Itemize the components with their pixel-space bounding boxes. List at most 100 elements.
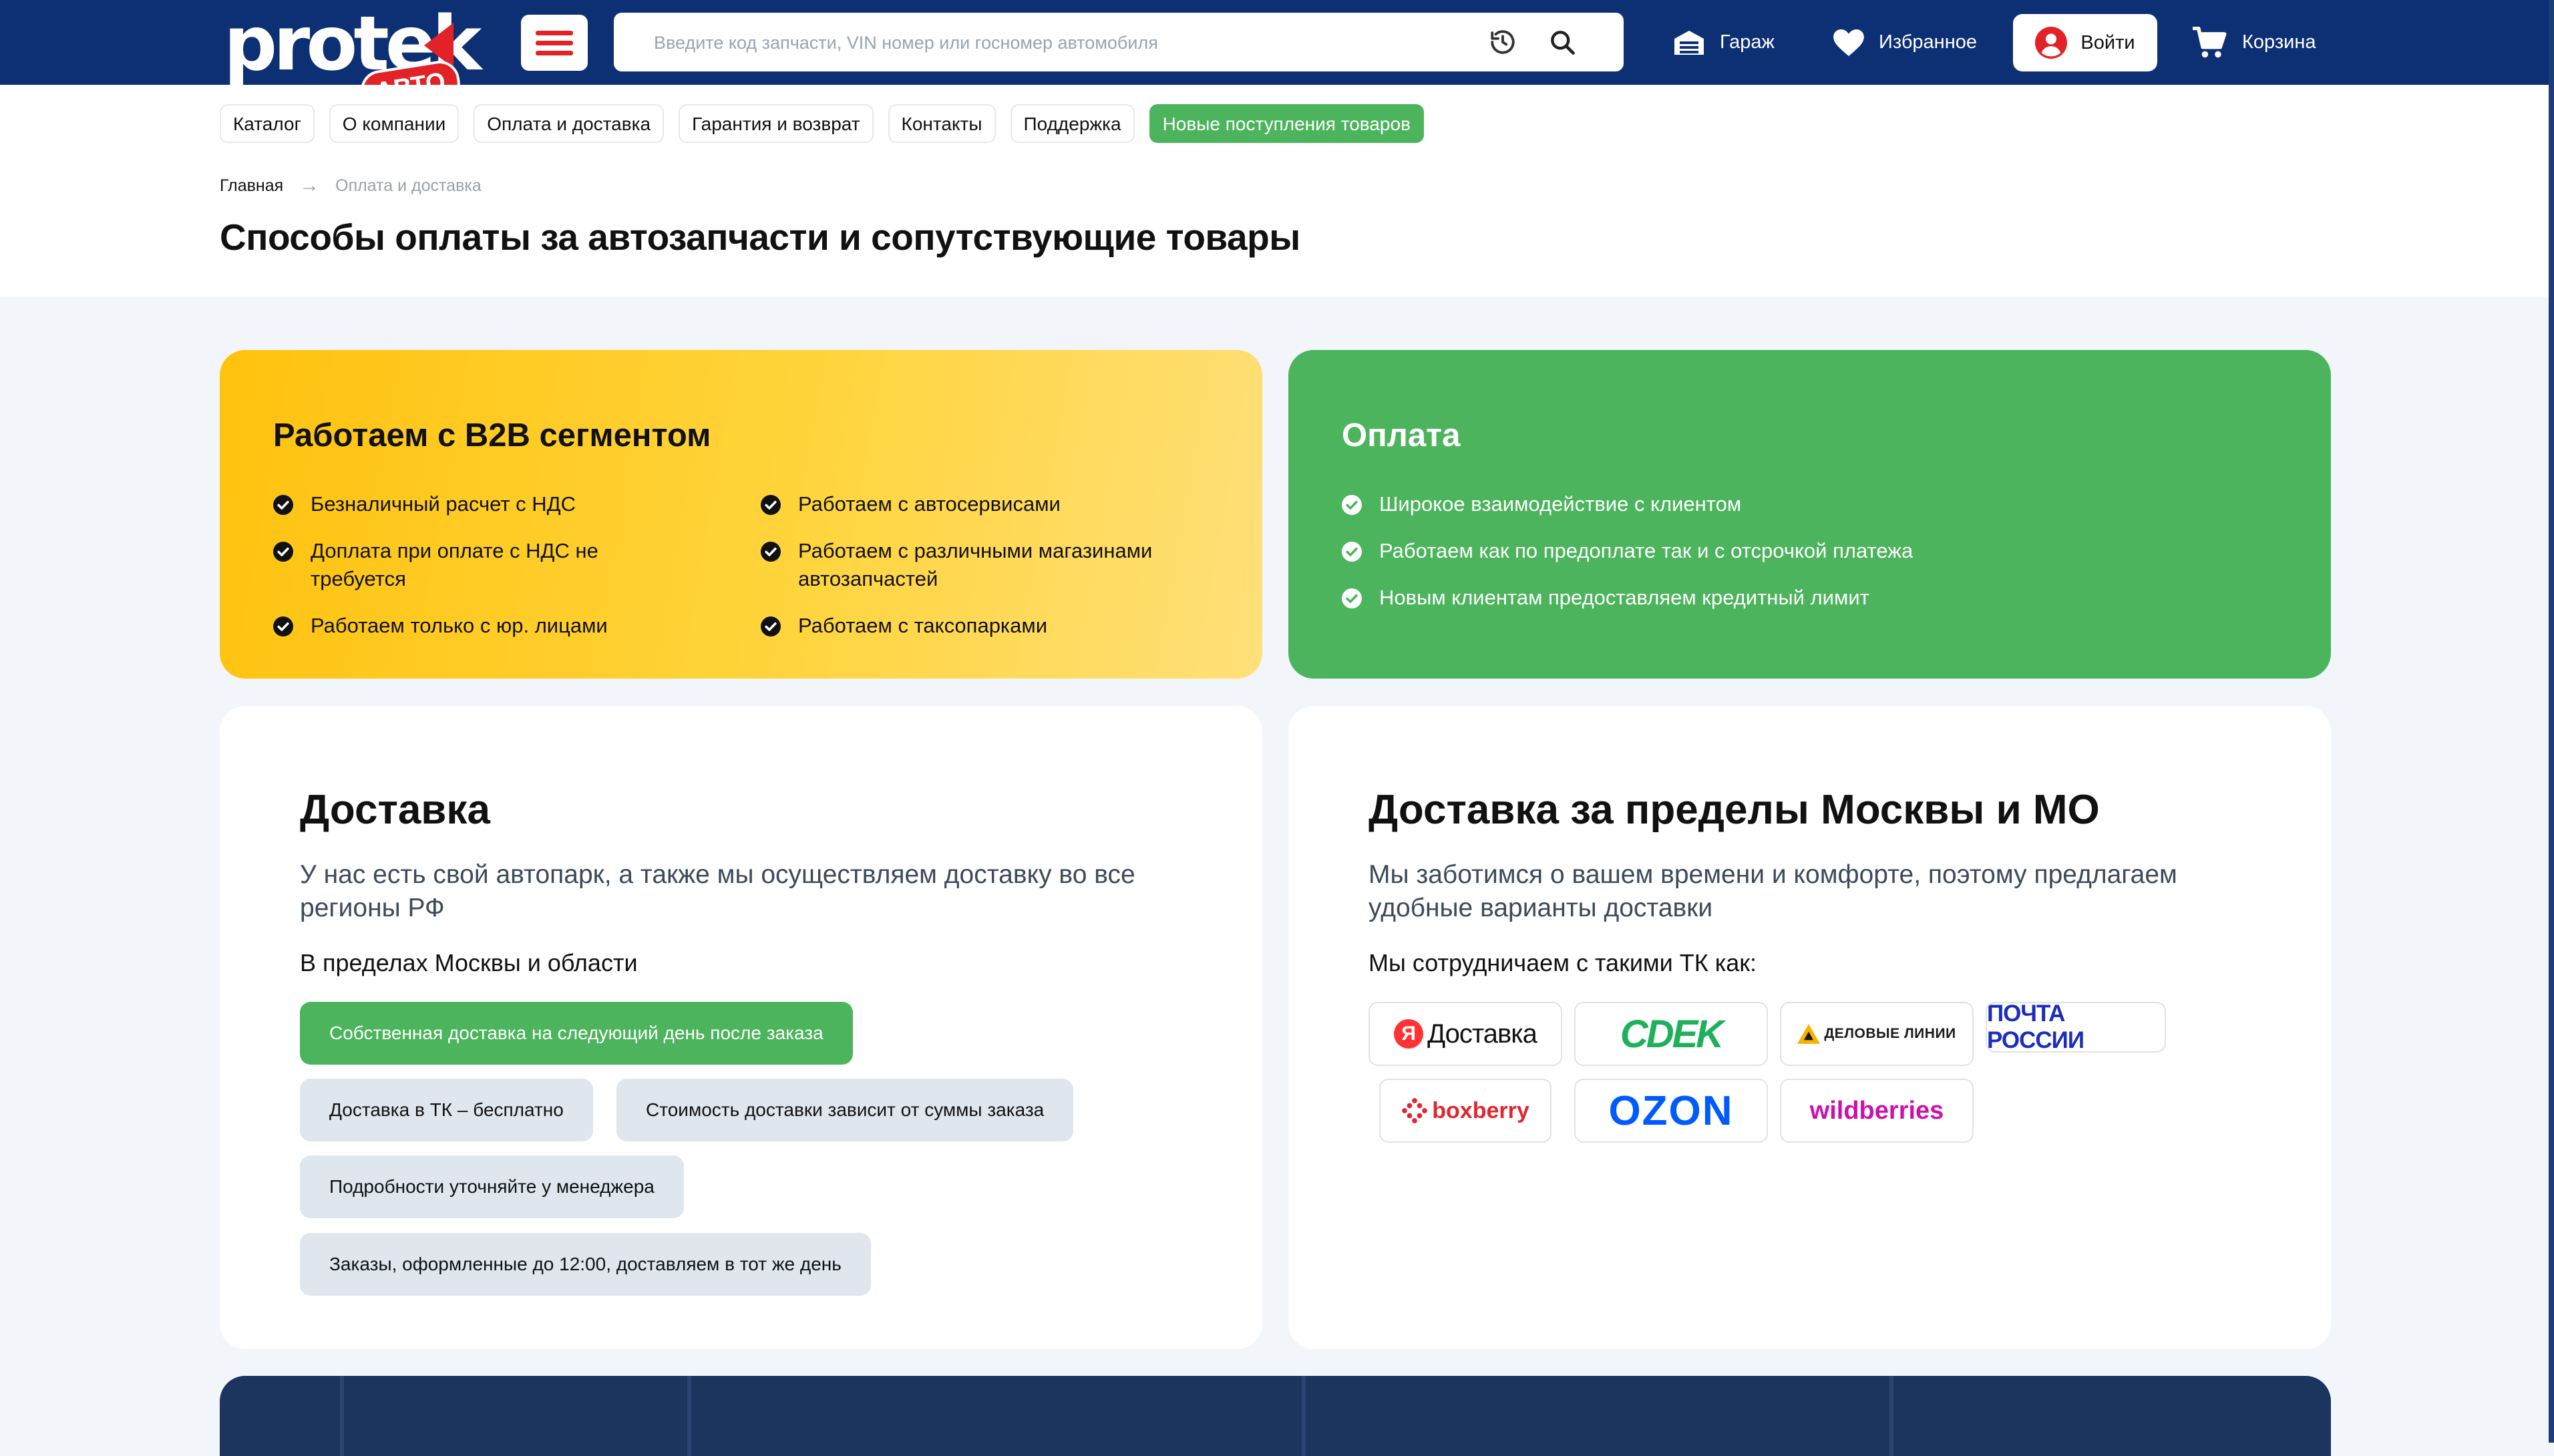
check-circle-icon (273, 542, 293, 562)
payment-title: Оплата (1342, 417, 1461, 453)
carrier-name: CDEK (1620, 1012, 1724, 1056)
check-circle-icon (273, 495, 293, 515)
garage-icon (1674, 30, 1704, 55)
check-circle-icon (1342, 495, 1362, 515)
list-item: Новым клиентам предоставляем кредитный л… (1342, 584, 2210, 612)
delivery-subtitle: У нас есть свой автопарк, а также мы осу… (300, 860, 1135, 922)
list-item-text: Работаем только с юр. лицами (311, 614, 608, 637)
yandex-y-icon: Я (1394, 1019, 1424, 1049)
carrier-name: ДЕЛОВЫЕ ЛИНИИ (1824, 1026, 1956, 1041)
cart-label: Корзина (2242, 31, 2316, 53)
bottom-banner (220, 1376, 2331, 1456)
check-circle-icon (273, 616, 293, 636)
user-icon (2035, 27, 2068, 59)
list-item: Работаем с автосервисами (761, 490, 1175, 518)
hamburger-icon (536, 51, 573, 55)
carrier-wildberries-logo: wildberries (1780, 1079, 1974, 1143)
b2b-list-left: Безналичный расчет с НДС Доплата при опл… (273, 490, 687, 659)
b2b-card: Работаем с B2B сегментом Безналичный рас… (220, 350, 1262, 679)
list-item: Работаем с различными магазинами автозап… (761, 537, 1175, 593)
banner-decor (1889, 1376, 1893, 1456)
list-item: Широкое взаимодействие с клиентом (1342, 490, 2210, 518)
search-icon[interactable] (1547, 27, 1577, 57)
carrier-name: wildberries (1809, 1096, 1944, 1125)
payment-card: Оплата Широкое взаимодействие с клиентом… (1288, 350, 2331, 679)
carrier-pochta-logo: ПОЧТА РОССИИ (1986, 1002, 2166, 1053)
carrier-name: Доставка (1427, 1019, 1537, 1049)
delivery-chip: Заказы, оформленные до 12:00, доставляем… (300, 1233, 871, 1296)
login-button[interactable]: Войти (2013, 14, 2157, 71)
carrier-boxberry-logo: boxberry (1379, 1079, 1552, 1143)
breadcrumb-home-link[interactable]: Главная (220, 176, 283, 196)
hamburger-icon (536, 31, 573, 35)
nav-pill-support[interactable]: Поддержка (1010, 104, 1135, 143)
list-item: Безналичный расчет с НДС (273, 490, 687, 518)
carrier-name: OZON (1608, 1087, 1734, 1134)
list-item-text: Доплата при оплате с НДС не требуется (311, 539, 598, 590)
delivery-chip: Подробности уточняйте у менеджера (300, 1155, 684, 1218)
scrollbar-track[interactable] (2549, 0, 2554, 1443)
delivery-chip: Доставка в ТК – бесплатно (300, 1079, 593, 1141)
list-item-text: Работаем с таксопарками (798, 614, 1048, 637)
cart-icon (2193, 26, 2227, 57)
check-circle-icon (761, 495, 781, 515)
banner-decor (340, 1376, 344, 1456)
nav-pill-about[interactable]: О компании (329, 104, 460, 143)
site-header: protek АВТО Гараж Избранн (0, 0, 2549, 116)
list-item: Работаем только с юр. лицами (273, 612, 687, 640)
menu-button[interactable] (521, 15, 588, 71)
list-item-text: Работаем как по предоплате так и с отсро… (1379, 539, 1913, 562)
nav-pill-contacts[interactable]: Контакты (888, 104, 996, 143)
secondary-nav: Каталог О компании Оплата и доставка Гар… (220, 104, 1424, 143)
login-label: Войти (2080, 31, 2135, 53)
search-bar (614, 13, 1624, 73)
favorites-label: Избранное (1879, 31, 1977, 53)
banner-decor (687, 1376, 691, 1456)
page-title: Способы оплаты за автозапчасти и сопутст… (220, 216, 1300, 258)
list-item-text: Работаем с различными магазинами автозап… (798, 539, 1153, 590)
cart-link[interactable]: Корзина (2193, 0, 2316, 85)
delivery-outside-subtitle: Мы заботимся о вашем времени и комфорте,… (1369, 860, 2177, 922)
check-circle-icon (761, 616, 781, 636)
favorites-link[interactable]: Избранное (1833, 0, 1977, 85)
carrier-name: boxberry (1432, 1097, 1529, 1123)
history-icon[interactable] (1489, 28, 1517, 56)
nav-pill-catalog[interactable]: Каталог (220, 104, 315, 143)
list-item-text: Безналичный расчет с НДС (311, 492, 576, 516)
garage-link[interactable]: Гараж (1673, 0, 1775, 85)
nav-pill-payment-delivery[interactable]: Оплата и доставка (474, 104, 665, 143)
check-circle-icon (1342, 588, 1362, 608)
banner-decor (1302, 1376, 1306, 1456)
garage-label: Гараж (1720, 31, 1775, 53)
delivery-chip: Стоимость доставки зависит от суммы зака… (616, 1079, 1074, 1141)
delivery-outside-card: Доставка за пределы Москвы и МО Мы забот… (1288, 706, 2331, 1349)
b2b-title: Работаем с B2B сегментом (273, 417, 711, 453)
breadcrumb-current: Оплата и доставка (335, 176, 482, 195)
check-circle-icon (761, 542, 781, 562)
boxberry-diamond-icon (1402, 1098, 1428, 1123)
hamburger-icon (536, 41, 573, 45)
carriers-label: Мы сотрудничаем с такими ТК как: (1369, 949, 1757, 976)
delivery-outside-title: Доставка за пределы Москвы и МО (1369, 787, 2100, 833)
list-item-text: Широкое взаимодействие с клиентом (1379, 492, 1742, 516)
carrier-yandex-logo: Я Доставка (1369, 1002, 1562, 1066)
delivery-chip: Собственная доставка на следующий день п… (300, 1002, 853, 1065)
list-item-text: Работаем с автосервисами (798, 492, 1061, 516)
carrier-name: ПОЧТА РОССИИ (1987, 1002, 2084, 1053)
list-item: Работаем как по предоплате так и с отсро… (1342, 537, 2210, 565)
delivery-region-label: В пределах Москвы и области (300, 949, 638, 976)
delivery-title: Доставка (300, 787, 490, 833)
carrier-cdek-logo: CDEK (1574, 1002, 1768, 1066)
nav-pill-warranty[interactable]: Гарантия и возврат (679, 104, 874, 143)
delivery-card: Доставка У нас есть свой автопарк, а так… (220, 706, 1262, 1349)
list-item-text: Новым клиентам предоставляем кредитный л… (1379, 586, 1869, 609)
breadcrumb: Главная → Оплата и доставка (220, 174, 482, 197)
nav-pill-new-arrivals[interactable]: Новые поступления товаров (1149, 104, 1424, 143)
triangle-logo-icon (1797, 1024, 1821, 1044)
check-circle-icon (1342, 542, 1362, 562)
breadcrumb-arrow-icon: → (299, 174, 320, 196)
payment-list: Широкое взаимодействие с клиентом Работа… (1342, 490, 2210, 630)
search-input[interactable] (653, 13, 1390, 73)
list-item: Доплата при оплате с НДС не требуется (273, 537, 687, 593)
heart-icon (1833, 29, 1864, 56)
